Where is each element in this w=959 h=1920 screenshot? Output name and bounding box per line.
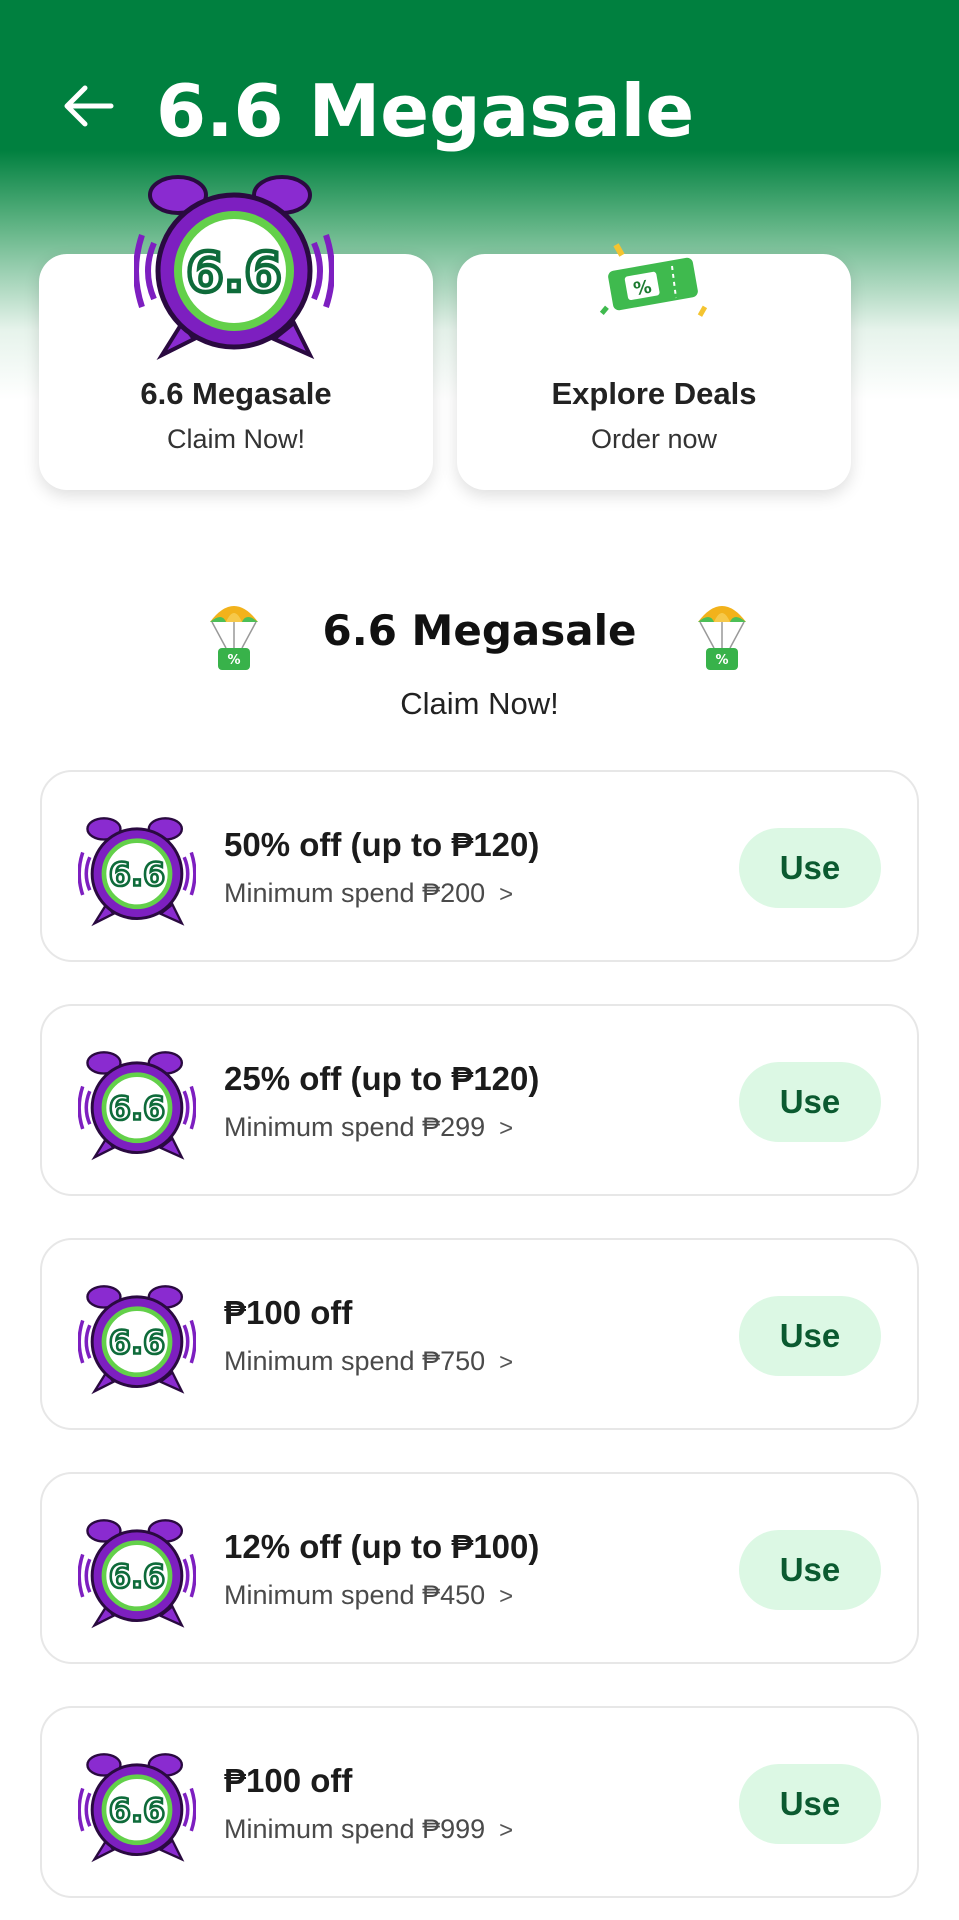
voucher-min-spend[interactable]: Minimum spend ₱750 > [224,1346,513,1377]
section-subtitle: Claim Now! [400,686,559,721]
voucher-card[interactable]: ₱100 off Minimum spend ₱999 > Use [40,1706,919,1898]
top-card-subtitle: Claim Now! [166,424,306,454]
voucher-min-spend-label: Minimum spend ₱450 [224,1580,486,1610]
voucher-min-spend-label: Minimum spend ₱999 [224,1814,486,1844]
voucher-min-spend[interactable]: Minimum spend ₱450 > [224,1580,513,1611]
chevron-right-icon: > [499,1583,514,1610]
voucher-title: ₱100 off [224,1294,353,1331]
alarm-clock-6-6-icon [78,1746,196,1864]
chevron-right-icon: > [499,1349,514,1376]
top-card-subtitle: Order now [590,424,718,454]
parachute-voucher-icon [694,596,750,676]
voucher-title: ₱100 off [224,1762,353,1799]
voucher-min-spend-label: Minimum spend ₱299 [224,1112,486,1142]
voucher-card[interactable]: 25% off (up to ₱120) Minimum spend ₱299 >… [40,1004,919,1196]
voucher-title: 25% off (up to ₱120) [224,1060,540,1097]
alarm-clock-6-6-icon [78,1044,196,1162]
voucher-card[interactable]: 12% off (up to ₱100) Minimum spend ₱450 >… [40,1472,919,1664]
voucher-title: 12% off (up to ₱100) [224,1528,540,1565]
top-card-title: 6.6 Megasale [140,376,332,411]
use-button[interactable]: Use [739,1764,881,1844]
alarm-clock-6-6-icon [78,1512,196,1630]
voucher-title: 50% off (up to ₱120) [224,826,540,863]
top-card-title: Explore Deals [551,376,757,411]
discount-ticket-icon: % [599,243,708,317]
chevron-right-icon: > [499,1817,514,1844]
voucher-min-spend-label: Minimum spend ₱750 [224,1346,486,1376]
alarm-clock-6-6-icon [78,810,196,928]
section-title: 6.6 Megasale [322,606,637,655]
page-title: 6.6 Megasale [156,69,695,153]
use-button[interactable]: Use [739,1062,881,1142]
use-button[interactable]: Use [739,1530,881,1610]
alarm-clock-6-6-icon [134,158,334,368]
voucher-card[interactable]: 50% off (up to ₱120) Minimum spend ₱200 >… [40,770,919,962]
chevron-right-icon: > [499,881,514,908]
voucher-min-spend[interactable]: Minimum spend ₱299 > [224,1112,513,1143]
voucher-min-spend[interactable]: Minimum spend ₱999 > [224,1814,513,1845]
use-button[interactable]: Use [739,1296,881,1376]
chevron-right-icon: > [499,1115,514,1142]
use-button[interactable]: Use [739,828,881,908]
voucher-min-spend-label: Minimum spend ₱200 [224,878,486,908]
voucher-min-spend[interactable]: Minimum spend ₱200 > [224,878,513,909]
arrow-left-icon [64,85,114,127]
alarm-clock-6-6-icon [78,1278,196,1396]
svg-text:%: % [632,276,653,300]
back-button[interactable] [58,80,118,132]
voucher-card[interactable]: ₱100 off Minimum spend ₱750 > Use [40,1238,919,1430]
